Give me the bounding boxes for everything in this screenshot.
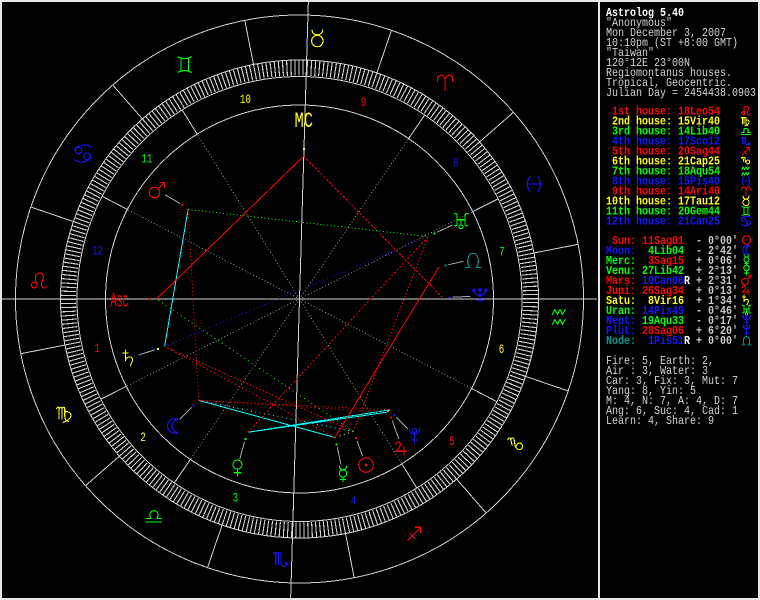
svg-text:Learn: 4, Share: 9: Learn: 4, Share: 9 xyxy=(606,414,714,428)
svg-text:Asc: Asc xyxy=(111,291,129,314)
svg-text:12: 12 xyxy=(92,244,103,258)
svg-text:8: 8 xyxy=(453,157,459,171)
svg-text:9: 9 xyxy=(361,96,367,110)
svg-text:4: 4 xyxy=(351,495,357,509)
svg-text:Node: 1Pis51R+ 0°00': Node: 1Pis51R + 0°00' xyxy=(606,334,738,348)
svg-text:10: 10 xyxy=(240,93,251,107)
svg-text:11: 11 xyxy=(141,152,152,166)
svg-text:12th house:21Can25: 12th house: 21Can25 xyxy=(606,215,720,229)
svg-text:MC: MC xyxy=(295,109,314,134)
svg-text:7: 7 xyxy=(499,246,505,260)
svg-text:2: 2 xyxy=(140,431,146,445)
svg-text:Julian Day = 2454438.0903: Julian Day = 2454438.0903 xyxy=(606,86,756,100)
svg-text:3: 3 xyxy=(233,492,239,506)
svg-text:1: 1 xyxy=(94,342,100,356)
svg-text:6: 6 xyxy=(499,343,505,357)
svg-text:5: 5 xyxy=(449,435,455,449)
